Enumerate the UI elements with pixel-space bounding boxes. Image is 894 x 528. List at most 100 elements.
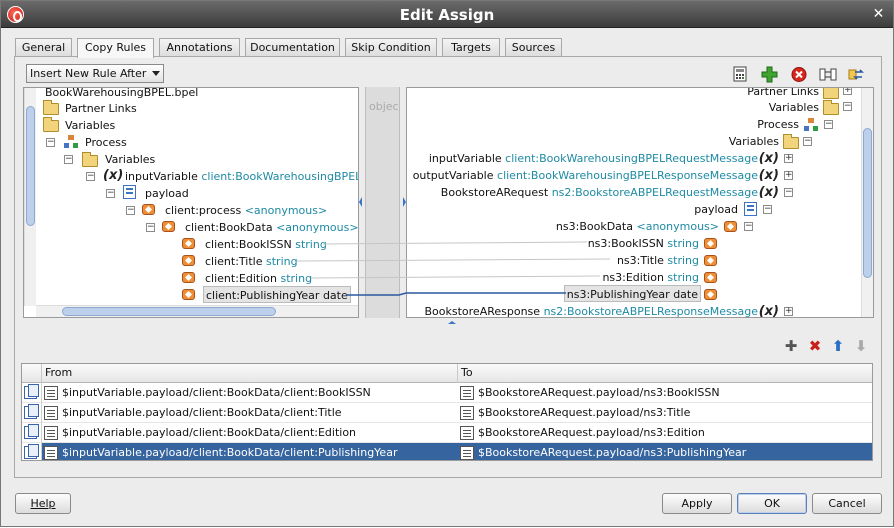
element-name: client:process bbox=[165, 204, 242, 217]
delete-icon[interactable] bbox=[790, 66, 808, 83]
scrollbar-thumb[interactable] bbox=[863, 128, 872, 278]
tab-skip-condition[interactable]: Skip Condition bbox=[345, 38, 437, 57]
move-up-icon[interactable]: ⬆ bbox=[830, 338, 846, 354]
element-icon bbox=[182, 289, 195, 300]
expand-toggle-icon[interactable]: + bbox=[784, 307, 793, 316]
target-bookstorea-request[interactable]: BookstoreARequest ns2:BookstoreABPELRequ… bbox=[441, 184, 758, 201]
to-cell[interactable]: $BookstoreARequest.payload/ns3:Edition bbox=[478, 423, 870, 443]
collapse-toggle-icon[interactable]: − bbox=[106, 189, 115, 198]
collapse-toggle-icon[interactable]: − bbox=[784, 188, 793, 197]
target-output-variable[interactable]: outputVariable client:BookWarehousingBPE… bbox=[413, 167, 758, 184]
source-input-variable[interactable]: inputVariable client:BookWarehousingBPEL… bbox=[125, 168, 358, 185]
variable-type: ns2:BookstoreABPELRequestMessage bbox=[551, 186, 758, 199]
table-row-selected[interactable]: $inputVariable.payload/client:BookData/c… bbox=[22, 443, 872, 460]
target-book-data[interactable]: ns3:BookData <anonymous> bbox=[556, 218, 719, 235]
field-type: string bbox=[667, 237, 699, 250]
target-tree[interactable]: Partner Links + Variables − Process − Va… bbox=[406, 87, 874, 318]
from-cell[interactable]: $inputVariable.payload/client:BookData/c… bbox=[62, 423, 454, 443]
source-variables[interactable]: Variables bbox=[65, 117, 115, 134]
calculator-icon[interactable] bbox=[732, 66, 750, 83]
row-header bbox=[22, 443, 42, 460]
target-payload[interactable]: payload bbox=[694, 201, 738, 218]
target-field-title[interactable]: ns3:Title string bbox=[617, 252, 699, 269]
target-input-variable[interactable]: inputVariable client:BookWarehousingBPEL… bbox=[429, 150, 758, 167]
collapse-toggle-icon[interactable]: − bbox=[763, 205, 772, 214]
collapse-toggle-icon[interactable]: − bbox=[824, 120, 833, 129]
target-field-edition[interactable]: ns3:Edition string bbox=[602, 269, 699, 286]
tab-copy-rules[interactable]: Copy Rules bbox=[77, 38, 154, 58]
field-type: string bbox=[667, 254, 699, 267]
tab-documentation[interactable]: Documentation bbox=[245, 38, 340, 57]
target-bookstorea-response[interactable]: BookstoreAResponse ns2:BookstoreABPELRes… bbox=[425, 303, 759, 317]
move-down-icon[interactable]: ⬇ bbox=[853, 338, 869, 354]
help-button[interactable]: Help bbox=[15, 493, 71, 514]
source-process-variables[interactable]: Variables bbox=[105, 151, 155, 168]
folder-icon bbox=[43, 117, 59, 132]
from-cell[interactable]: $inputVariable.payload/client:BookData/c… bbox=[62, 383, 454, 403]
close-icon[interactable]: ✕ bbox=[870, 6, 887, 23]
collapse-toggle-icon[interactable]: − bbox=[843, 102, 852, 111]
source-tree-root[interactable]: BookWarehousingBPEL.bpel bbox=[45, 88, 198, 101]
add-rule-icon[interactable]: ✚ bbox=[783, 338, 799, 354]
column-header-from[interactable]: From bbox=[42, 364, 458, 383]
add-function-icon[interactable] bbox=[761, 66, 779, 83]
target-field-publishingyear[interactable]: ns3:PublishingYear date bbox=[563, 285, 701, 302]
source-tree[interactable]: BookWarehousingBPEL.bpel Partner Links V… bbox=[23, 87, 359, 318]
table-row[interactable]: $inputVariable.payload/client:BookData/c… bbox=[22, 383, 872, 403]
apply-button[interactable]: Apply bbox=[662, 493, 732, 514]
target-variables[interactable]: Variables bbox=[769, 99, 819, 116]
expand-toggle-icon[interactable]: + bbox=[784, 171, 793, 180]
cancel-button[interactable]: Cancel bbox=[812, 493, 882, 514]
source-field-edition[interactable]: client:Edition string bbox=[205, 270, 312, 287]
source-vertical-scrollbar[interactable] bbox=[24, 88, 36, 306]
folder-icon bbox=[43, 100, 59, 115]
scrollbar-thumb[interactable] bbox=[26, 106, 35, 226]
source-field-bookissn[interactable]: client:BookISSN string bbox=[205, 236, 327, 253]
expand-toggle-icon[interactable]: + bbox=[784, 154, 793, 163]
collapse-toggle-icon[interactable]: − bbox=[86, 172, 95, 181]
expand-toggle-icon[interactable]: + bbox=[843, 88, 852, 95]
element-icon bbox=[704, 238, 717, 249]
mapping-table-icon[interactable] bbox=[819, 66, 837, 83]
tab-sources[interactable]: Sources bbox=[505, 38, 562, 57]
ok-button[interactable]: OK bbox=[737, 493, 807, 514]
collapse-toggle-icon[interactable]: − bbox=[146, 223, 155, 232]
tab-annotations[interactable]: Annotations bbox=[159, 38, 240, 57]
tab-targets[interactable]: Targets bbox=[442, 38, 500, 57]
table-row[interactable]: $inputVariable.payload/client:BookData/c… bbox=[22, 423, 872, 443]
insert-rule-dropdown[interactable]: Insert New Rule After bbox=[26, 64, 164, 83]
mapping-canvas[interactable]: objec bbox=[365, 87, 400, 318]
field-name: ns3:BookISSN bbox=[587, 237, 664, 250]
source-field-title[interactable]: client:Title string bbox=[205, 253, 298, 270]
collapse-toggle-icon[interactable]: − bbox=[126, 206, 135, 215]
transfer-icon[interactable] bbox=[848, 66, 866, 83]
source-process[interactable]: Process bbox=[85, 134, 127, 151]
table-row[interactable]: $inputVariable.payload/client:BookData/c… bbox=[22, 403, 872, 423]
column-header-to[interactable]: To bbox=[458, 364, 872, 383]
from-cell[interactable]: $inputVariable.payload/client:BookData/c… bbox=[62, 443, 454, 460]
collapse-toggle-icon[interactable]: − bbox=[744, 222, 753, 231]
scrollbar-thumb[interactable] bbox=[62, 307, 276, 316]
delete-rule-icon[interactable]: ✖ bbox=[807, 338, 823, 354]
source-book-data[interactable]: client:BookData <anonymous> bbox=[185, 219, 358, 236]
to-cell[interactable]: $BookstoreARequest.payload/ns3:Publishin… bbox=[478, 443, 870, 460]
source-process-element[interactable]: client:process <anonymous> bbox=[165, 202, 327, 219]
source-field-publishingyear[interactable]: client:PublishingYear date bbox=[203, 286, 351, 303]
to-cell[interactable]: $BookstoreARequest.payload/ns3:BookISSN bbox=[478, 383, 870, 403]
target-field-bookissn[interactable]: ns3:BookISSN string bbox=[588, 235, 699, 252]
source-payload[interactable]: payload bbox=[145, 185, 189, 202]
collapse-toggle-icon[interactable]: − bbox=[803, 137, 812, 146]
title-bar[interactable]: Edit Assign ✕ bbox=[1, 1, 893, 28]
source-partner-links[interactable]: Partner Links bbox=[65, 100, 137, 117]
payload-icon bbox=[744, 202, 757, 216]
target-process[interactable]: Process bbox=[757, 116, 799, 133]
to-cell[interactable]: $BookstoreARequest.payload/ns3:Title bbox=[478, 403, 870, 423]
target-process-variables[interactable]: Variables bbox=[729, 133, 779, 150]
copy-rules-table[interactable]: From To $inputVariable.payload/client:Bo… bbox=[21, 363, 873, 461]
source-horizontal-scrollbar[interactable] bbox=[36, 305, 358, 317]
target-vertical-scrollbar[interactable] bbox=[861, 88, 873, 317]
from-cell[interactable]: $inputVariable.payload/client:BookData/c… bbox=[62, 403, 454, 423]
collapse-toggle-icon[interactable]: − bbox=[64, 155, 73, 164]
tab-general[interactable]: General bbox=[15, 38, 72, 57]
collapse-toggle-icon[interactable]: − bbox=[46, 138, 55, 147]
